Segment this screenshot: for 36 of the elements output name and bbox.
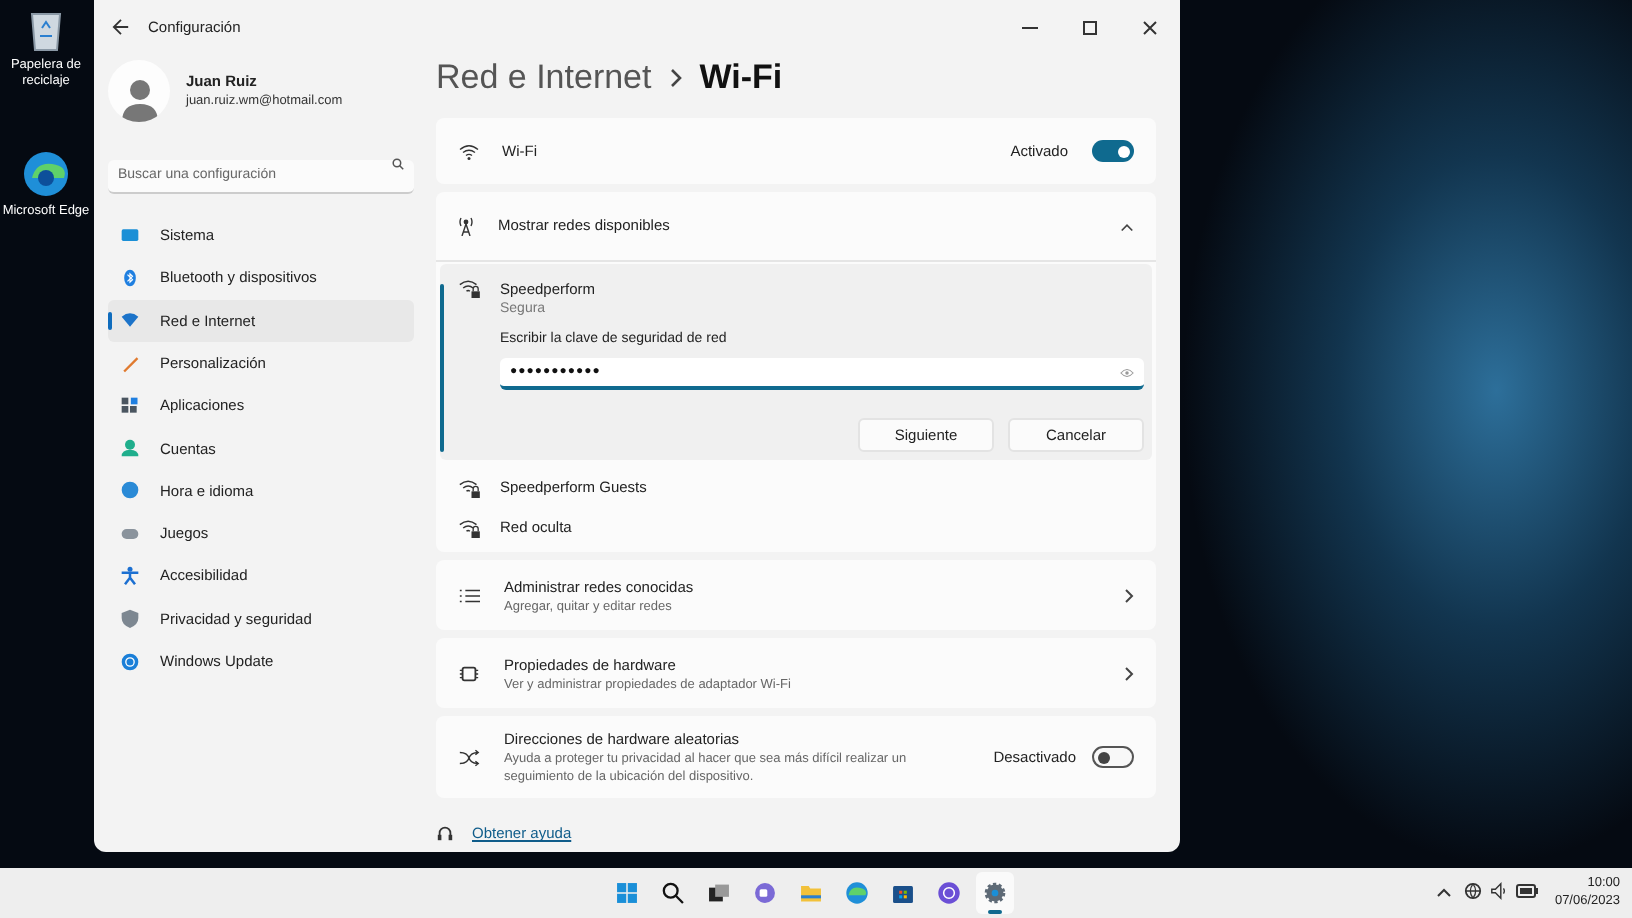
chevron-right-icon <box>1124 587 1134 604</box>
wifi-icon <box>458 142 480 160</box>
chevron-up-icon[interactable] <box>1120 221 1134 231</box>
speaker-icon[interactable] <box>1490 882 1508 900</box>
task-view-icon <box>706 880 732 906</box>
antenna-icon <box>458 216 474 236</box>
locked-wifi-icon <box>458 278 480 298</box>
toggle-switch[interactable] <box>1092 140 1134 162</box>
recycle-bin-icon[interactable] <box>28 8 64 52</box>
chevron-right-icon <box>669 68 682 88</box>
locked-wifi-icon <box>458 477 480 497</box>
browser-icon[interactable] <box>22 150 70 198</box>
eye-icon[interactable] <box>1120 367 1134 378</box>
gear-icon <box>982 880 1008 906</box>
chip-icon <box>458 663 480 684</box>
browser-icon <box>844 880 870 906</box>
help-icon <box>436 824 454 843</box>
globe-icon[interactable] <box>1464 882 1482 900</box>
battery-icon[interactable] <box>1516 884 1538 898</box>
locked-wifi-icon <box>458 518 480 538</box>
breadcrumb-link[interactable]: Red e Internet <box>436 52 652 104</box>
circle-arrow-icon <box>936 880 962 906</box>
store-icon <box>890 880 916 906</box>
search-icon <box>660 880 686 906</box>
toggle-switch[interactable] <box>1092 746 1134 769</box>
chevron-right-icon <box>1124 665 1134 682</box>
page-title: Wi-Fi <box>699 56 783 101</box>
chevron-up-icon[interactable] <box>1436 886 1452 898</box>
search-icon <box>392 157 404 169</box>
chat-icon <box>752 880 778 906</box>
avatar-icon <box>108 59 170 121</box>
folder-icon <box>798 880 824 906</box>
list-icon <box>458 585 480 606</box>
back-arrow-icon[interactable] <box>112 18 130 36</box>
shuffle-icon <box>458 747 480 768</box>
windows-logo-icon <box>614 880 640 906</box>
